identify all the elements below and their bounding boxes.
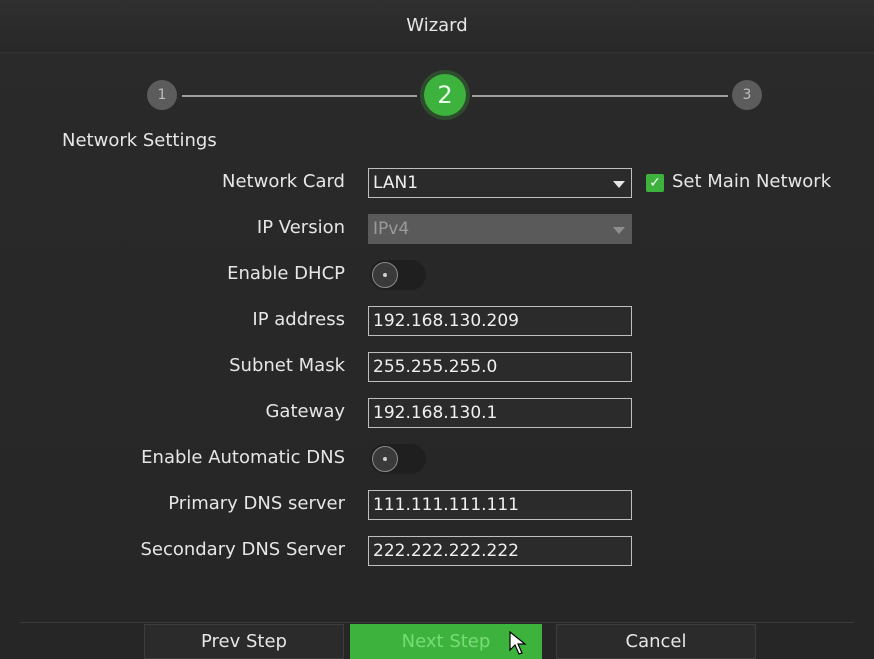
- gateway-input[interactable]: 192.168.130.1: [368, 398, 632, 428]
- network-card-select[interactable]: LAN1: [368, 168, 632, 198]
- step-connector-1: [182, 95, 417, 97]
- enable-dhcp-label: Enable DHCP: [227, 263, 345, 284]
- subnet-mask-input[interactable]: 255.255.255.0: [368, 352, 632, 382]
- step-2-active: 2: [424, 74, 466, 116]
- primary-dns-value: 111.111.111.111: [373, 495, 520, 515]
- primary-dns-input[interactable]: 111.111.111.111: [368, 490, 632, 520]
- set-main-network-label: Set Main Network: [672, 171, 832, 192]
- primary-dns-label: Primary DNS server: [168, 493, 345, 514]
- secondary-dns-label: Secondary DNS Server: [140, 539, 345, 560]
- chevron-down-icon: [613, 227, 625, 234]
- ip-address-input[interactable]: 192.168.130.209: [368, 306, 632, 336]
- set-main-network-checkbox[interactable]: ✓: [646, 174, 664, 192]
- gateway-value: 192.168.130.1: [373, 403, 498, 423]
- wizard-stepper: 1 2 3: [0, 0, 874, 130]
- enable-dhcp-toggle[interactable]: [370, 260, 426, 290]
- step-1: 1: [147, 80, 177, 110]
- chevron-down-icon: [613, 181, 625, 188]
- section-title: Network Settings: [62, 130, 217, 151]
- subnet-mask-value: 255.255.255.0: [373, 357, 498, 377]
- ip-version-label: IP Version: [256, 217, 345, 238]
- mouse-pointer-icon: [509, 630, 527, 655]
- cancel-button[interactable]: Cancel: [556, 624, 756, 659]
- prev-step-button[interactable]: Prev Step: [144, 624, 344, 659]
- checkmark-icon: ✓: [649, 175, 661, 191]
- step-3: 3: [732, 80, 762, 110]
- step-3-label: 3: [742, 87, 752, 103]
- enable-auto-dns-toggle[interactable]: [370, 444, 426, 474]
- toggle-knob-icon: [372, 262, 398, 288]
- step-connector-2: [472, 95, 728, 97]
- network-card-label: Network Card: [222, 171, 345, 192]
- secondary-dns-value: 222.222.222.222: [373, 541, 520, 561]
- ip-address-value: 192.168.130.209: [373, 311, 520, 331]
- network-card-value: LAN1: [373, 173, 419, 193]
- step-1-label: 1: [157, 87, 167, 103]
- secondary-dns-input[interactable]: 222.222.222.222: [368, 536, 632, 566]
- bottom-divider: [20, 622, 854, 623]
- step-2-label: 2: [437, 81, 453, 109]
- ip-version-value: IPv4: [373, 219, 410, 239]
- subnet-mask-label: Subnet Mask: [229, 355, 345, 376]
- toggle-knob-icon: [372, 446, 398, 472]
- gateway-label: Gateway: [265, 401, 345, 422]
- enable-auto-dns-label: Enable Automatic DNS: [141, 447, 345, 468]
- ip-version-select: IPv4: [368, 214, 632, 244]
- ip-address-label: IP address: [252, 309, 345, 330]
- wizard-window: Wizard 1 2 3 Network Settings Network Ca…: [0, 0, 874, 659]
